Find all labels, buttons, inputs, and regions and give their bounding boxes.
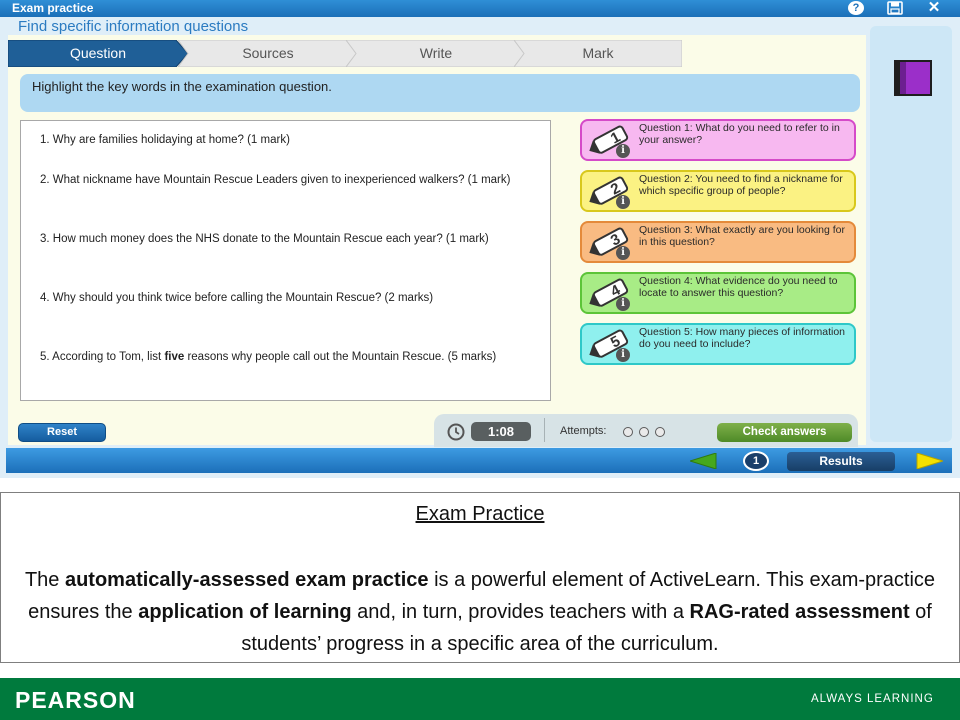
hint-button-1[interactable]: 1 i Question 1: What do you need to refer … [580,119,856,161]
info-icon[interactable]: i [616,348,630,362]
info-icon[interactable]: i [616,144,630,158]
question-text[interactable]: 2. What nickname have Mountain Rescue Le… [40,174,510,186]
step-label: Question [69,45,127,61]
question-text[interactable]: 5. According to Tom, list [40,351,164,363]
title-bar: Exam practice ? ✕ [0,0,960,17]
caption-box: Exam Practice The automatically-assessed… [0,492,960,663]
caption-text: and, in turn, provides teachers with a [351,601,690,623]
question-text[interactable]: 1. Why are families holidaying at home? … [40,134,290,146]
caption-text: The [24,569,65,591]
back-arrow-icon[interactable] [688,452,718,474]
save-icon[interactable] [886,0,904,16]
info-icon[interactable]: i [616,246,630,260]
footer-bar: PEARSON ALWAYS LEARNING [0,678,960,720]
divider [544,418,545,442]
question-text[interactable]: 3. How much money does the NHS donate to… [40,233,489,245]
timer-display: 1:08 [471,422,531,441]
caption-emphasis: application of learning [138,601,352,623]
help-button[interactable]: ? [848,1,864,15]
question-emphasis[interactable]: five [164,351,184,363]
attempt-indicator [623,427,633,437]
step-label: Mark [582,45,614,61]
hint-button-3[interactable]: 3 i Question 3: What exactly are you looki… [580,221,856,263]
hint-button-2[interactable]: 2 i Question 2: You need to find a nicknam… [580,170,856,212]
question-item[interactable]: 4. Why should you think twice before cal… [40,289,530,309]
hint-text: Question 1: What do you need to refer to… [639,122,840,146]
step-tab-write[interactable]: Write [346,40,526,67]
hint-text: Question 5: How many pieces of informati… [639,326,846,350]
question-item[interactable]: 3. How much money does the NHS donate to… [40,230,530,250]
forward-arrow-icon[interactable] [915,452,945,474]
caption-emphasis: automatically-assessed exam practice [64,569,429,591]
window-title: Exam practice [12,1,94,15]
step-tab-question[interactable]: Question [8,40,188,67]
hint-text: Question 2: You need to find a nickname … [639,173,843,197]
attempts-label: Attempts: [560,425,607,437]
step-label: Write [419,45,453,61]
step-tab-sources[interactable]: Sources [178,40,358,67]
caption-emphasis: RAG-rated assessment [689,601,910,623]
hint-text: Question 4: What evidence do you need to… [639,275,838,299]
question-item[interactable]: 2. What nickname have Mountain Rescue Le… [40,171,530,191]
hint-button-5[interactable]: 5 i Question 5: How many pieces of informa… [580,323,856,365]
info-icon[interactable]: i [616,297,630,311]
attempt-indicator [655,427,665,437]
attempt-indicator [639,427,649,437]
instruction-banner: Highlight the key words in the examinati… [20,74,860,112]
question-list: 1. Why are families holidaying at home? … [20,120,551,401]
clock-icon [446,423,466,446]
reset-button[interactable]: Reset [18,423,106,442]
step-tab-mark[interactable]: Mark [514,40,682,67]
results-button[interactable]: Results [787,452,895,471]
hint-button-4[interactable]: 4 i Question 4: What evidence do you need … [580,272,856,314]
tagline: ALWAYS LEARNING [811,693,934,705]
activity-title: Find specific information questions [18,18,249,35]
question-text[interactable]: reasons why people call out the Mountain… [184,351,496,363]
question-item[interactable]: 1. Why are families holidaying at home? … [40,131,530,151]
question-item[interactable]: 5. According to Tom, list five reasons w… [40,348,530,368]
caption-body: The automatically-assessed exam practice… [7,564,953,660]
info-icon[interactable]: i [616,195,630,209]
close-button[interactable]: ✕ [925,0,943,16]
caption-title: Exam Practice [415,503,545,525]
step-tabs: Question Sources Write Mark [8,40,684,67]
hint-text: Question 3: What exactly are you looking… [639,224,846,248]
page-indicator: 1 [743,451,769,471]
question-text[interactable]: 4. Why should you think twice before cal… [40,292,433,304]
step-label: Sources [242,45,294,61]
book-icon[interactable] [892,58,936,98]
pearson-logo: PEARSON [15,687,136,713]
check-answers-button[interactable]: Check answers [717,423,852,442]
